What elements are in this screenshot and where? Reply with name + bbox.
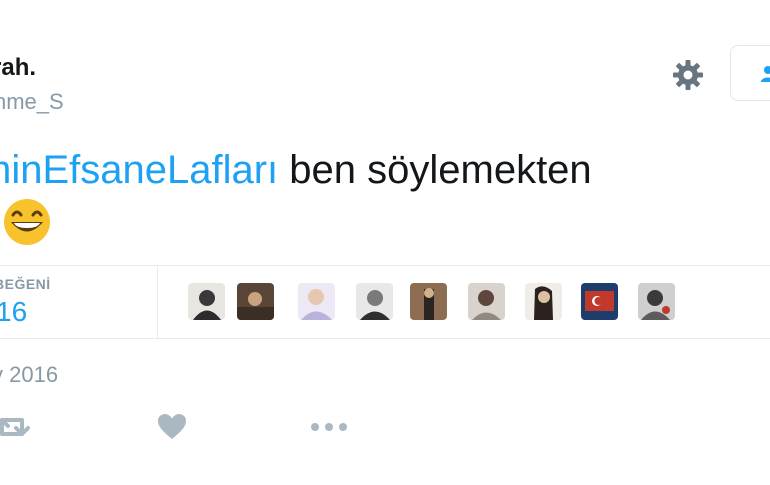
retweet-icon[interactable] — [0, 412, 32, 447]
stats-bottom-divider — [0, 338, 770, 339]
follow-button[interactable] — [730, 45, 770, 101]
heart-icon[interactable] — [156, 412, 188, 447]
liker-avatar-9[interactable] — [638, 283, 675, 320]
stats-separator — [157, 266, 158, 338]
stats-top-divider — [0, 265, 770, 266]
tweet-text: minEfsaneLafları ben söylemekten n — [0, 143, 770, 261]
person-add-icon — [761, 66, 770, 82]
display-name[interactable]: rah. — [0, 54, 36, 82]
gear-icon[interactable] — [670, 57, 706, 93]
likes-count[interactable]: 16 — [0, 296, 27, 328]
hashtag-link[interactable]: minEfsaneLafları — [0, 148, 278, 192]
more-dots-icon[interactable] — [308, 412, 350, 447]
liker-avatar-6[interactable] — [468, 283, 505, 320]
liker-avatar-8[interactable] — [581, 283, 618, 320]
user-handle[interactable]: hme_S — [0, 89, 64, 115]
liker-avatar-3[interactable] — [298, 283, 335, 320]
tweet-date[interactable]: y 2016 — [0, 362, 58, 388]
liker-avatar-1[interactable] — [188, 283, 225, 320]
grinning-face-emoji-icon — [2, 197, 52, 261]
liker-avatar-2[interactable] — [237, 283, 274, 320]
tweet-text-line1: ben söylemekten — [278, 148, 592, 192]
liker-avatar-4[interactable] — [356, 283, 393, 320]
liker-avatar-5[interactable] — [410, 283, 447, 320]
likes-label: BEĞENİ — [0, 276, 51, 292]
liker-avatar-7[interactable] — [525, 283, 562, 320]
